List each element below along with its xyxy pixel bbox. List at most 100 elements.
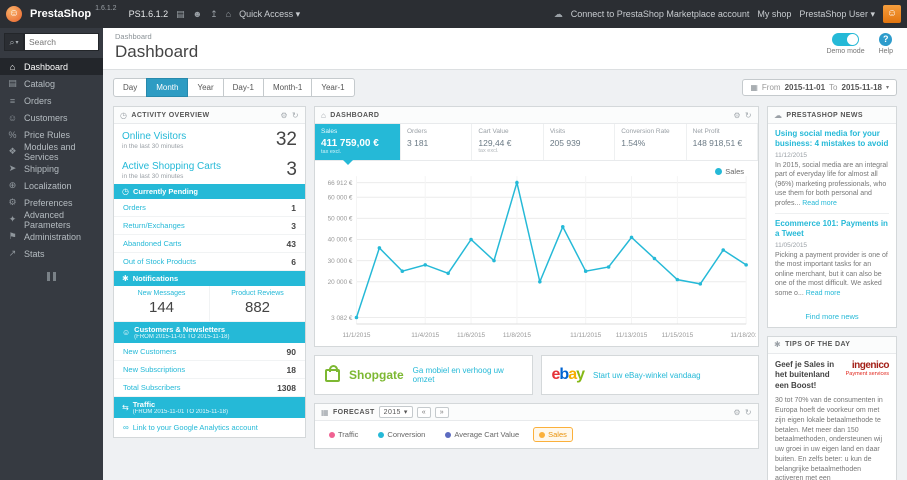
ebay-link[interactable]: Start uw eBay-winkel vandaag (593, 371, 701, 380)
forecast-legend-conversion[interactable]: Conversion (372, 427, 431, 442)
pending-row[interactable]: Orders 1 (114, 199, 305, 217)
filter-year-1[interactable]: Year-1 (311, 78, 355, 97)
news-panel-title: PRESTASHOP NEWS (786, 111, 863, 119)
sidebar-item-catalog[interactable]: ▤ Catalog (0, 75, 103, 92)
customers-row[interactable]: New Subscriptions 18 (114, 361, 305, 379)
quick-access-label: Quick Access (239, 8, 294, 19)
forecast-year-select[interactable]: 2015 ▾ (378, 406, 413, 418)
my-shop-link[interactable]: My shop (757, 9, 791, 19)
help-icon[interactable]: ? (879, 33, 893, 46)
demo-mode-toggle[interactable] (832, 33, 860, 46)
date-range-picker[interactable]: ▦ From 2015-11-01 To 2015-11-18 ▾ (742, 79, 897, 96)
sidebar-item-price-rules[interactable]: % Price Rules (0, 126, 103, 143)
collapse-sidebar-control[interactable] (45, 272, 59, 281)
pending-row[interactable]: Return/Exchanges 3 (114, 217, 305, 235)
quick-access-menu[interactable]: Quick Access ▾ (239, 9, 300, 20)
active-carts-link[interactable]: Active Shopping Carts (122, 161, 221, 172)
search-input[interactable] (24, 33, 99, 51)
page-title: Dashboard (115, 42, 199, 61)
sidebar-item-label: Modules and Services (24, 141, 76, 162)
google-analytics-link[interactable]: ∞ Link to your Google Analytics account (114, 418, 305, 437)
kpi-orders[interactable]: Orders 3 181 (401, 124, 473, 160)
shop-tag[interactable]: PS1.6.1.2 (129, 9, 169, 19)
sidebar-item-customers[interactable]: ☺ Customers (0, 109, 103, 126)
refresh-icon[interactable]: ↻ (292, 111, 299, 120)
forecast-next-button[interactable]: » (434, 406, 449, 418)
sales-chart-container: Sales 66 912 € 60 000 € 50 000 € 40 000 € 30… (315, 161, 763, 346)
sidebar-item-dashboard[interactable]: ⌂ Dashboard (0, 58, 103, 75)
chart-legend[interactable]: Sales (715, 167, 744, 176)
filter-month-1[interactable]: Month-1 (262, 78, 313, 97)
shopgate-link[interactable]: Ga mobiel en verhoog uw omzet (413, 366, 522, 384)
customers-row[interactable]: New Customers 90 (114, 343, 305, 361)
sidebar-item-orders[interactable]: ≡ Orders (0, 92, 103, 109)
kpi-net-profit[interactable]: Net Profit 148 918,51 € (687, 124, 759, 160)
read-more-link[interactable]: Read more (802, 200, 837, 207)
online-visitors-link[interactable]: Online Visitors (122, 131, 186, 142)
store-icon[interactable]: ⌂ (226, 9, 231, 19)
filter-year[interactable]: Year (187, 78, 224, 97)
cart-icon[interactable]: ▤ (176, 9, 185, 20)
sidebar-item-modules[interactable]: ❖ Modules and Services (0, 141, 103, 162)
ingenico-logo: ingenico Payment services (846, 360, 890, 377)
notification-value: 882 (244, 299, 271, 316)
gear-icon[interactable]: ⚙ (733, 111, 741, 120)
news-article-excerpt: Picking a payment provider is one of the… (775, 251, 888, 297)
sidebar-item-icon: % (8, 129, 17, 140)
user-avatar[interactable]: ☺ (883, 5, 901, 23)
filter-month[interactable]: Month (146, 78, 189, 97)
sidebar: ⌕ ▾ ⌂ Dashboard ▤ Catalog ≡ Orders ☺ Cus… (0, 28, 103, 480)
prestashop-logo[interactable]: ☺ (6, 6, 22, 22)
kpi-note: tax excl. (321, 149, 342, 155)
kpi-visits[interactable]: Visits 205 939 (544, 124, 616, 160)
upload-icon[interactable]: ↥ (210, 9, 218, 20)
customers-row[interactable]: Total Subscribers 1308 (114, 379, 305, 397)
kpi-conversion-rate[interactable]: Conversion Rate 1.54% (615, 124, 687, 160)
caret-down-icon: ▾ (870, 8, 875, 19)
notification-cell[interactable]: New Messages 144 (114, 286, 210, 321)
breadcrumb[interactable]: Dashboard (115, 32, 895, 41)
refresh-icon[interactable]: ↻ (745, 408, 752, 417)
kpi-sales[interactable]: Sales 411 759,00 € tax excl. (315, 124, 401, 165)
sidebar-item-label: Dashboard (24, 61, 69, 72)
forecast-legend-sales[interactable]: Sales (533, 427, 573, 442)
forecast-panel-title: FORECAST (332, 408, 375, 416)
person-icon[interactable]: ☻ (193, 9, 202, 19)
sidebar-item-administration[interactable]: ⚑ Administration (0, 228, 103, 245)
forecast-legend-traffic[interactable]: Traffic (323, 427, 364, 442)
forecast-prev-button[interactable]: « (416, 406, 431, 418)
sidebar-item-shipping[interactable]: ➤ Shipping (0, 160, 103, 177)
news-article-title[interactable]: Using social media for your business: 4 … (775, 129, 889, 150)
sidebar-item-localization[interactable]: ⊕ Localization (0, 177, 103, 194)
page-header: Dashboard Dashboard Demo mode ? Help (103, 28, 907, 70)
sidebar-item-stats[interactable]: ↗ Stats (0, 245, 103, 262)
shopgate-logo-text: Shopgate (349, 368, 404, 382)
pending-row-value: 6 (291, 256, 296, 267)
pending-row-value: 3 (291, 220, 296, 231)
gear-icon[interactable]: ⚙ (280, 111, 288, 120)
forecast-legend-average-cart-value[interactable]: Average Cart Value (439, 427, 525, 442)
pending-row-label: Out of Stock Products (123, 257, 196, 266)
kpi-label: Conversion Rate (621, 128, 670, 135)
pending-row-label: Orders (123, 203, 146, 212)
find-more-news-link[interactable]: Find more news (768, 308, 896, 327)
kpi-label: Orders (407, 128, 427, 135)
pending-row[interactable]: Abandoned Carts 43 (114, 235, 305, 253)
search-scope-button[interactable]: ⌕ ▾ (4, 33, 24, 51)
sidebar-item-preferences[interactable]: ⚙ Preferences (0, 194, 103, 211)
kpi-cart-value[interactable]: Cart Value 129,44 € tax excl. (472, 124, 544, 160)
news-article-title[interactable]: Ecommerce 101: Payments in a Tweet (775, 219, 889, 240)
sidebar-item-label: Administration (24, 231, 82, 242)
user-menu[interactable]: PrestaShop User ▾ (799, 9, 875, 20)
filter-day-1[interactable]: Day-1 (222, 78, 264, 97)
filter-day[interactable]: Day (113, 78, 148, 97)
notification-cell[interactable]: Product Reviews 882 (210, 286, 305, 321)
gear-icon[interactable]: ⚙ (733, 408, 741, 417)
read-more-link[interactable]: Read more (806, 290, 841, 297)
kpi-label: Visits (549, 128, 566, 135)
pending-row[interactable]: Out of Stock Products 6 (114, 253, 305, 271)
refresh-icon[interactable]: ↻ (745, 111, 752, 120)
marketplace-link[interactable]: Connect to PrestaShop Marketplace accoun… (571, 9, 750, 19)
sidebar-item-icon: ❖ (8, 146, 17, 156)
sidebar-item-advanced-parameters[interactable]: ✦ Advanced Parameters (0, 210, 103, 230)
